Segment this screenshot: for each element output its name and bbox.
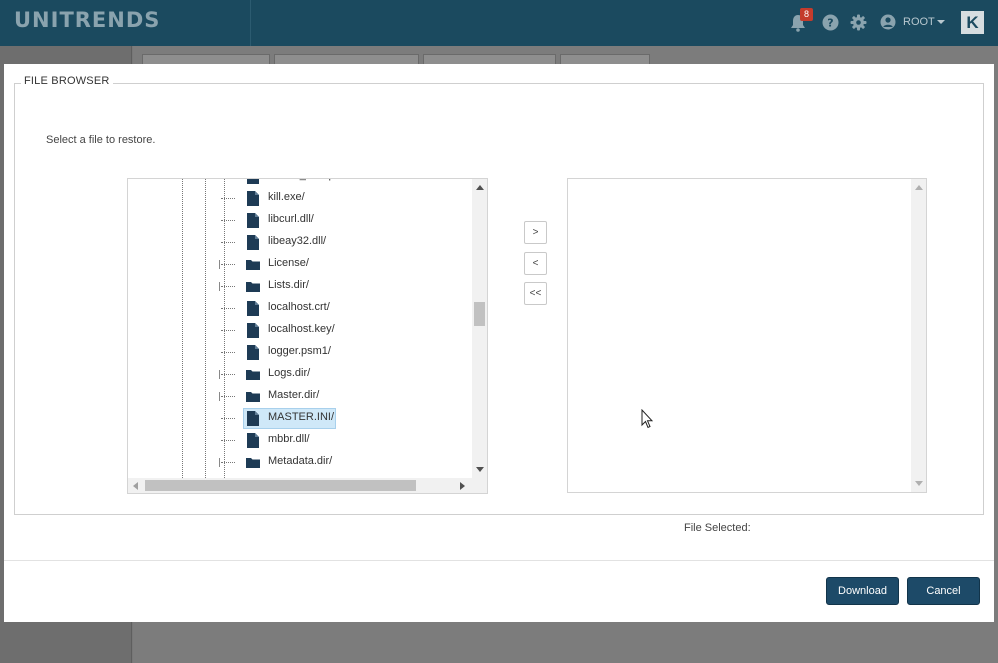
tree-connector — [221, 308, 235, 309]
folder-icon — [246, 458, 260, 468]
folder-icon — [246, 282, 260, 292]
scroll-up-arrow-icon[interactable] — [915, 185, 923, 190]
expand-toggle[interactable] — [219, 392, 224, 401]
tree-node-label: invoke_cscript.exe/ — [268, 179, 362, 181]
file-icon — [247, 301, 259, 316]
tree-node-label: localhost.crt/ — [268, 301, 330, 313]
mouse-cursor-icon — [641, 409, 653, 429]
file-icon — [247, 213, 259, 228]
remove-from-selection-button[interactable]: < — [524, 252, 547, 275]
brand-k-logo[interactable]: K — [961, 11, 984, 34]
remove-all-button[interactable]: << — [524, 282, 547, 305]
tree-node-label: Lists.dir/ — [268, 279, 309, 291]
modal-footer-divider — [4, 560, 994, 561]
tree-connector — [221, 440, 235, 441]
file-tree-panel[interactable]: invoke_cscript.exe/kill.exe/libcurl.dll/… — [127, 178, 488, 494]
svg-text:?: ? — [827, 17, 833, 30]
file-icon — [247, 345, 259, 360]
header-divider — [250, 0, 251, 46]
tree-node-label: libeay32.dll/ — [268, 235, 327, 247]
file-tree: invoke_cscript.exe/kill.exe/libcurl.dll/… — [128, 179, 473, 478]
scroll-down-arrow-icon[interactable] — [915, 481, 923, 486]
file-icon — [247, 323, 259, 338]
download-button[interactable]: Download — [826, 577, 899, 605]
tree-node-label: Master.dir/ — [268, 389, 320, 401]
tree-node-label: logger.psm1/ — [268, 345, 331, 357]
expand-toggle[interactable] — [219, 370, 224, 379]
expand-toggle[interactable] — [219, 260, 224, 269]
scroll-right-arrow-icon[interactable] — [460, 482, 465, 490]
instruction-text: Select a file to restore. — [46, 134, 156, 146]
tree-connector — [221, 242, 235, 243]
tree-node-label: MASTER.INI/ — [268, 411, 335, 423]
file-icon — [247, 411, 259, 426]
scroll-thumb[interactable] — [145, 480, 416, 491]
tree-node-label: Metadata.dir/ — [268, 455, 333, 467]
user-menu-label[interactable]: ROOT — [903, 16, 935, 28]
tree-connector — [221, 198, 235, 199]
help-icon[interactable]: ? — [822, 14, 839, 31]
tree-guide-line — [182, 179, 183, 478]
file-icon — [247, 433, 259, 448]
cancel-button[interactable]: Cancel — [907, 577, 980, 605]
file-icon — [247, 191, 259, 206]
user-avatar-icon[interactable] — [880, 14, 896, 30]
file-browser-title: FILE BROWSER — [21, 75, 113, 87]
tree-node-label: localhost.key/ — [268, 323, 335, 335]
gear-icon[interactable] — [850, 14, 867, 31]
expand-toggle[interactable] — [219, 282, 224, 291]
tree-node-label: License/ — [268, 257, 309, 269]
scroll-down-arrow-icon[interactable] — [476, 467, 484, 472]
scroll-up-arrow-icon[interactable] — [476, 185, 484, 190]
top-navigation-bar: UNITRENDS 8 ? ROOT K — [0, 0, 998, 46]
file-browser-modal: FILE BROWSER Select a file to restore. i… — [4, 64, 994, 622]
tree-guide-line — [224, 179, 225, 478]
selected-files-list[interactable] — [567, 178, 927, 493]
folder-icon — [246, 370, 260, 380]
tree-connector — [221, 220, 235, 221]
file-icon — [247, 179, 259, 184]
tree-guide-line — [205, 179, 206, 478]
scroll-thumb[interactable] — [474, 302, 485, 326]
chevron-down-icon[interactable] — [937, 20, 945, 24]
folder-icon — [246, 392, 260, 402]
file-selected-label: File Selected: — [684, 522, 751, 534]
file-icon — [247, 235, 259, 250]
folder-icon — [246, 260, 260, 270]
unitrends-logo[interactable]: UNITRENDS — [14, 8, 160, 32]
scroll-left-arrow-icon[interactable] — [133, 482, 138, 490]
expand-toggle[interactable] — [219, 458, 224, 467]
add-to-selection-button[interactable]: > — [524, 221, 547, 244]
tree-node-label: mbbr.dll/ — [268, 433, 310, 445]
tree-node-label: Logs.dir/ — [268, 367, 311, 379]
tree-node-label: libcurl.dll/ — [268, 213, 314, 225]
tree-horizontal-scrollbar[interactable] — [128, 478, 487, 493]
notification-badge: 8 — [800, 8, 814, 21]
tree-node-label: kill.exe/ — [268, 191, 305, 203]
tree-connector — [221, 352, 235, 353]
tree-connector — [221, 418, 235, 419]
tree-connector — [221, 330, 235, 331]
tree-vertical-scrollbar[interactable] — [472, 179, 487, 478]
selected-list-scrollbar[interactable] — [911, 179, 926, 492]
